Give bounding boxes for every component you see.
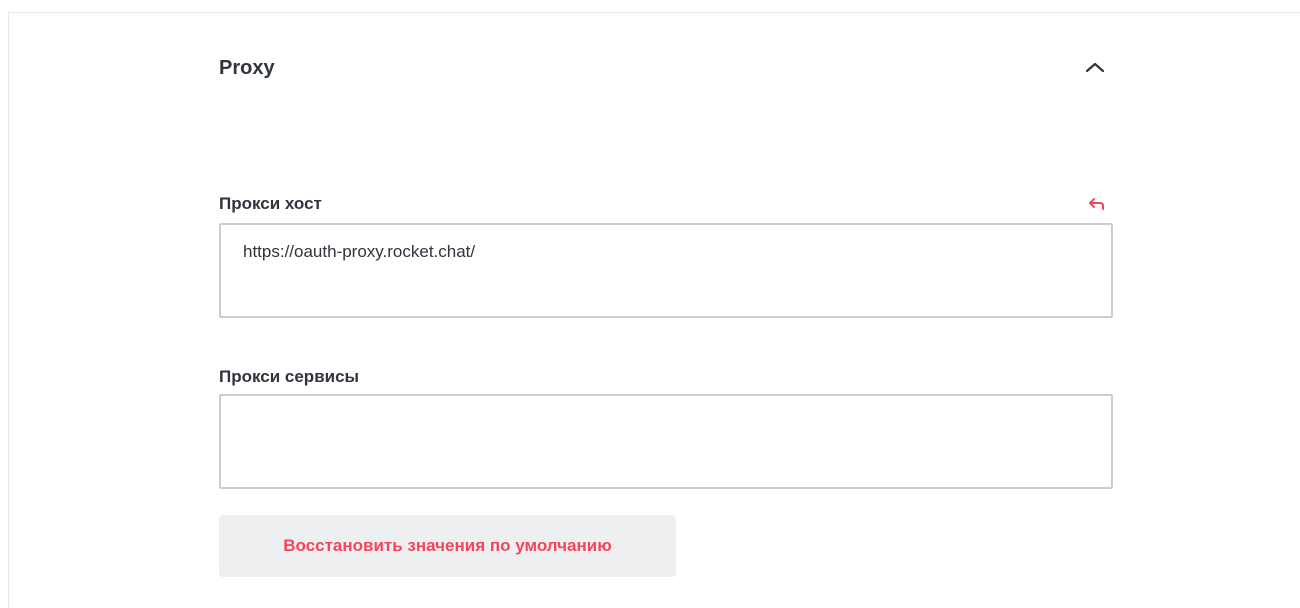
chevron-up-icon [1082, 56, 1108, 80]
proxy-host-label: Прокси хост [219, 194, 322, 213]
restore-defaults-button[interactable]: Восстановить значения по умолчанию [219, 515, 676, 577]
reset-proxy-host-button[interactable] [1086, 196, 1106, 214]
proxy-host-input[interactable]: https://oauth-proxy.rocket.chat/ [219, 223, 1113, 318]
undo-arrow-icon [1086, 196, 1106, 214]
proxy-services-input[interactable] [219, 394, 1113, 489]
collapse-section-button[interactable] [1082, 56, 1108, 80]
section-title: Proxy [219, 57, 275, 79]
proxy-services-label: Прокси сервисы [219, 367, 360, 386]
